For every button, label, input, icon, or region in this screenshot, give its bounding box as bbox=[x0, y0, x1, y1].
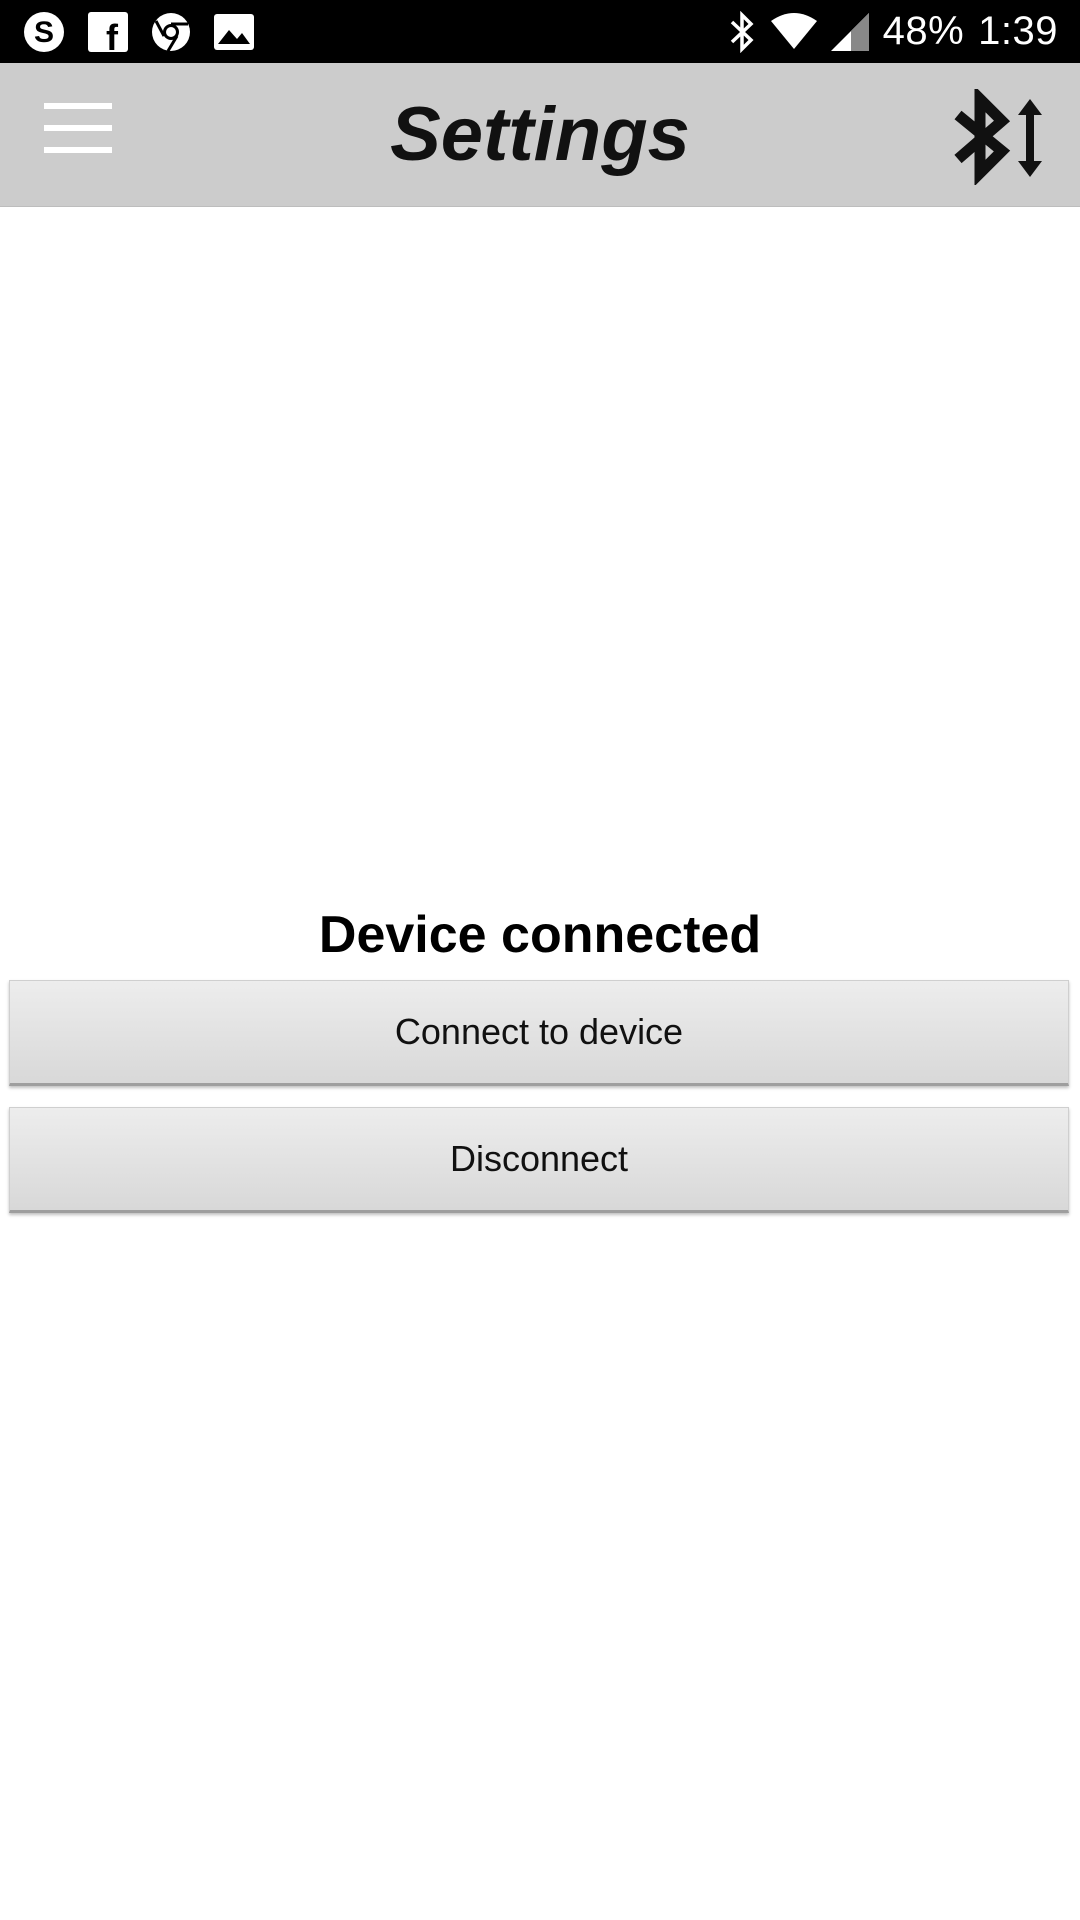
menu-icon-bar bbox=[44, 147, 112, 153]
app-bar: Settings bbox=[0, 63, 1080, 207]
menu-icon-bar bbox=[44, 125, 112, 131]
svg-text:S: S bbox=[34, 16, 54, 49]
connection-status: Device connected bbox=[318, 906, 762, 964]
svg-text:f: f bbox=[106, 17, 119, 52]
clock: 1:39 bbox=[978, 9, 1058, 53]
menu-button[interactable] bbox=[36, 103, 116, 163]
status-bar: S f 48% 1:39 bbox=[0, 0, 1080, 63]
facebook-icon: f bbox=[88, 11, 128, 52]
connect-button[interactable]: Connect to device bbox=[9, 980, 1069, 1086]
page-title: Settings bbox=[390, 92, 690, 177]
chrome-icon bbox=[152, 12, 190, 52]
cell-signal-icon bbox=[830, 12, 869, 51]
notification-icons: S f bbox=[0, 10, 254, 54]
disconnect-button[interactable]: Disconnect bbox=[9, 1107, 1069, 1213]
skype-icon: S bbox=[24, 11, 64, 52]
bluetooth-icon bbox=[730, 10, 754, 53]
system-status: 48% 1:39 bbox=[727, 9, 1080, 54]
bluetooth-connect-button[interactable] bbox=[950, 85, 1050, 187]
bluetooth-connect-icon bbox=[954, 85, 1042, 187]
wifi-icon bbox=[770, 12, 817, 49]
menu-icon bbox=[44, 103, 112, 109]
gallery-icon bbox=[214, 13, 254, 50]
battery-percent: 48% bbox=[882, 9, 965, 53]
